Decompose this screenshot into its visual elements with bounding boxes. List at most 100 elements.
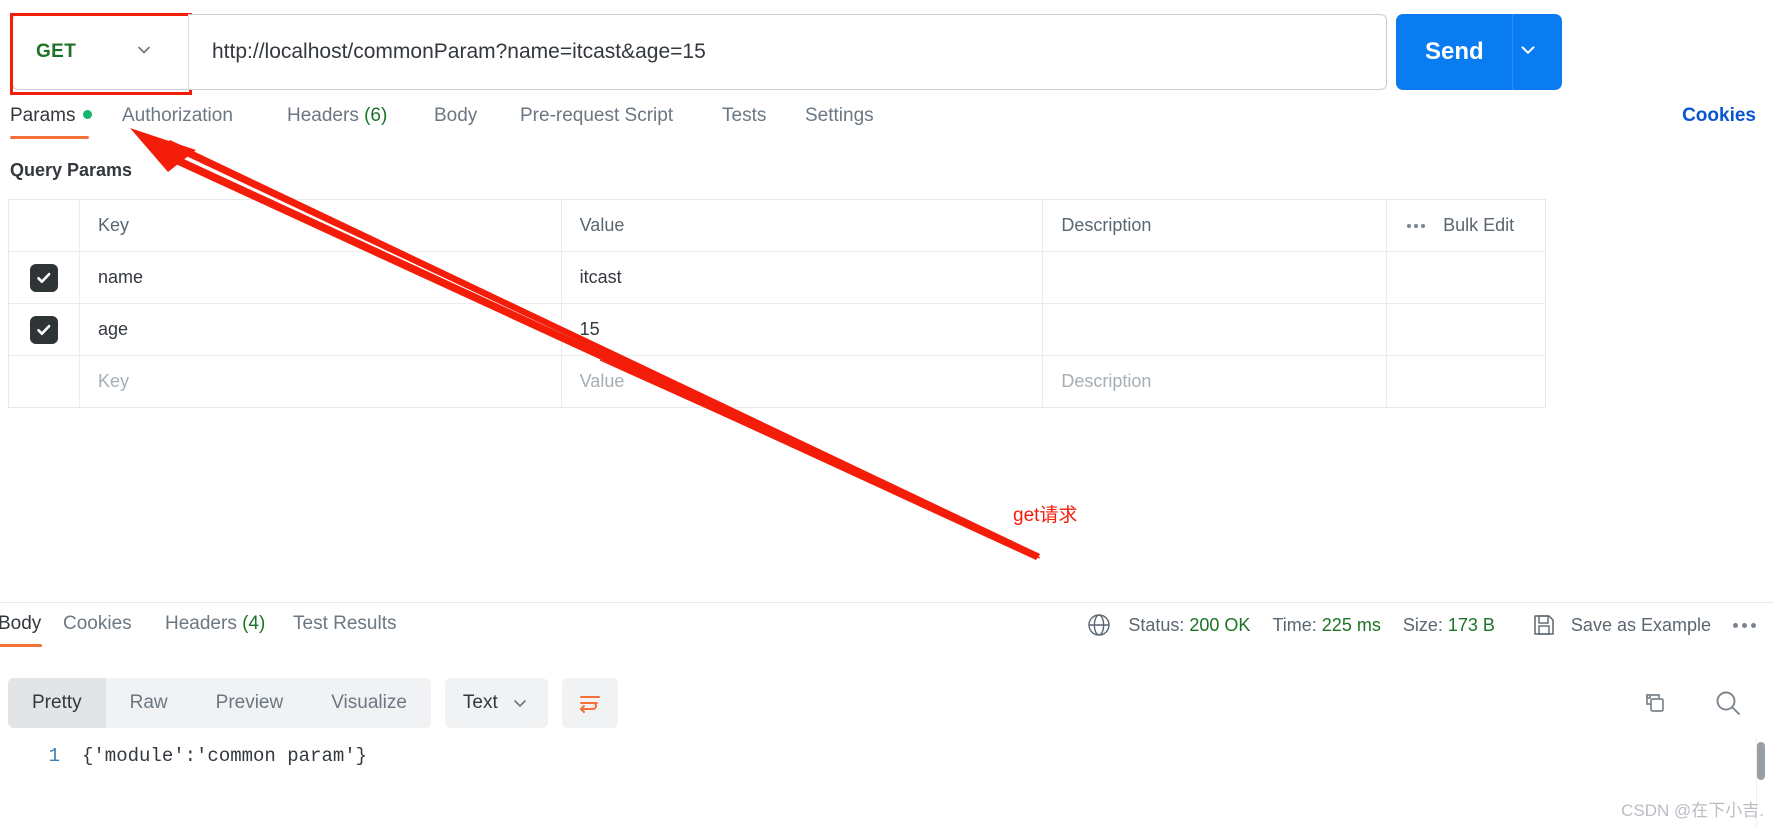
new-value-placeholder: Value (579, 371, 625, 391)
active-tab-indicator (10, 136, 89, 139)
annotation-label: get请求 (1013, 505, 1078, 526)
param-enabled-checkbox[interactable] (29, 263, 58, 292)
row-spacer-cell (1387, 304, 1545, 355)
response-format-select-value: Text (462, 692, 498, 713)
tab-pre-request-script-label: Pre-request Script (520, 105, 674, 126)
tab-authorization-label: Authorization (122, 105, 233, 126)
row-spacer-cell (1387, 252, 1545, 303)
table-header-row: Key Value Description Bulk Edit (9, 200, 1545, 252)
send-button[interactable]: Send (1396, 14, 1562, 90)
http-method-label: GET (36, 41, 77, 62)
response-divider (0, 602, 1774, 603)
new-value-input[interactable]: Value (562, 356, 1044, 407)
wrap-lines-toggle[interactable] (561, 678, 618, 728)
viewer-mode-raw[interactable]: Raw (106, 678, 192, 728)
response-tab-test-results[interactable]: Test Results (293, 613, 396, 635)
response-format-select[interactable]: Text (444, 678, 548, 728)
new-key-placeholder: Key (97, 371, 129, 391)
response-tab-cookies[interactable]: Cookies (63, 613, 132, 635)
row-checkbox-cell (9, 252, 80, 303)
header-cell-key: Key (80, 200, 562, 251)
param-enabled-checkbox[interactable] (29, 315, 58, 344)
search-icon[interactable] (1712, 687, 1744, 719)
more-options-icon[interactable] (1407, 223, 1426, 228)
query-params-title: Query Params (10, 160, 133, 180)
size-item: Size: 173 B (1403, 615, 1495, 636)
response-tabs: Body Cookies Headers (4) Test Results (0, 613, 900, 653)
new-key-input[interactable]: Key (80, 356, 562, 407)
table-row-empty: Key Value Description (9, 356, 1545, 407)
tab-headers[interactable]: Headers (6) (287, 105, 387, 127)
size-label: Size: (1402, 614, 1443, 635)
time-label: Time: (1272, 614, 1317, 635)
row-value-value: 15 (579, 319, 600, 339)
response-body-viewer[interactable]: 1 {'module':'common param'} (0, 745, 1774, 805)
tab-authorization[interactable]: Authorization (122, 105, 233, 127)
row-key-value: name (97, 267, 143, 287)
active-response-tab-indicator (0, 644, 42, 647)
size-value: 173 B (1447, 614, 1495, 635)
viewer-mode-pretty[interactable]: Pretty (8, 678, 106, 728)
tab-body-label: Body (434, 105, 478, 126)
response-body-text: {'module':'common param'} (82, 745, 368, 767)
header-cell-bulk-edit: Bulk Edit (1387, 200, 1545, 251)
send-divider (1512, 14, 1513, 90)
copy-icon[interactable] (1640, 688, 1670, 718)
response-tab-cookies-label: Cookies (63, 613, 132, 634)
tab-tests[interactable]: Tests (722, 105, 766, 127)
save-as-example-button[interactable]: Save as Example (1517, 612, 1711, 638)
tab-headers-label: Headers (287, 105, 359, 126)
tab-body[interactable]: Body (434, 105, 477, 127)
table-row: name itcast (9, 252, 1545, 304)
save-as-example-label: Save as Example (1570, 614, 1711, 635)
tab-tests-label: Tests (722, 105, 767, 126)
row-key-cell[interactable]: name (80, 252, 562, 303)
row-key-value: age (97, 319, 128, 339)
table-row: age 15 (9, 304, 1545, 356)
new-description-placeholder: Description (1061, 371, 1152, 391)
row-value-cell[interactable]: 15 (562, 304, 1044, 355)
response-more-options-icon[interactable] (1733, 622, 1756, 628)
status-label: Status: (1128, 614, 1185, 635)
bulk-edit-button[interactable]: Bulk Edit (1443, 215, 1514, 236)
watermark: CSDN @在下小吉. (1621, 801, 1764, 820)
response-tab-test-results-label: Test Results (293, 613, 397, 634)
send-options-chevron-down-icon[interactable] (1517, 39, 1539, 66)
header-cell-description: Description (1043, 200, 1388, 251)
response-tab-headers-label: Headers (165, 613, 237, 634)
response-scrollbar-thumb[interactable] (1757, 742, 1765, 780)
url-input[interactable]: http://localhost/commonParam?name=itcast… (188, 14, 1387, 90)
url-input-value: http://localhost/commonParam?name=itcast… (212, 40, 706, 63)
viewer-mode-visualize[interactable]: Visualize (307, 678, 431, 728)
chevron-down-icon (510, 693, 530, 713)
header-description-label: Description (1061, 215, 1152, 235)
viewer-mode-preview[interactable]: Preview (192, 678, 308, 728)
response-tab-headers[interactable]: Headers (4) (165, 613, 265, 635)
request-tabs: Params Authorization Headers (6) Body Pr… (0, 105, 1774, 145)
globe-icon (1086, 612, 1112, 638)
row-spacer-cell (1387, 356, 1545, 407)
row-key-cell[interactable]: age (80, 304, 562, 355)
time-value: 225 ms (1321, 614, 1381, 635)
tab-params[interactable]: Params (10, 105, 93, 127)
row-checkbox-cell (9, 304, 80, 355)
http-method-selector[interactable]: GET (12, 14, 188, 90)
row-checkbox-cell-empty (9, 356, 80, 407)
tab-headers-count: (6) (364, 105, 388, 126)
row-value-cell[interactable]: itcast (562, 252, 1044, 303)
save-icon (1531, 612, 1557, 638)
row-description-cell[interactable] (1043, 304, 1388, 355)
cookies-link[interactable]: Cookies (1682, 105, 1756, 127)
send-button-label: Send (1425, 38, 1484, 65)
row-description-cell[interactable] (1043, 252, 1388, 303)
tab-pre-request-script[interactable]: Pre-request Script (520, 105, 673, 127)
status-item: Status: 200 OK (1128, 615, 1250, 636)
response-tab-body[interactable]: Body (0, 613, 41, 635)
header-cell-checkbox (9, 200, 80, 251)
new-description-input[interactable]: Description (1043, 356, 1388, 407)
time-item: Time: 225 ms (1272, 615, 1380, 636)
tab-settings[interactable]: Settings (805, 105, 874, 127)
header-cell-value: Value (562, 200, 1044, 251)
header-value-label: Value (579, 215, 625, 235)
unsaved-dot-icon (83, 110, 93, 119)
